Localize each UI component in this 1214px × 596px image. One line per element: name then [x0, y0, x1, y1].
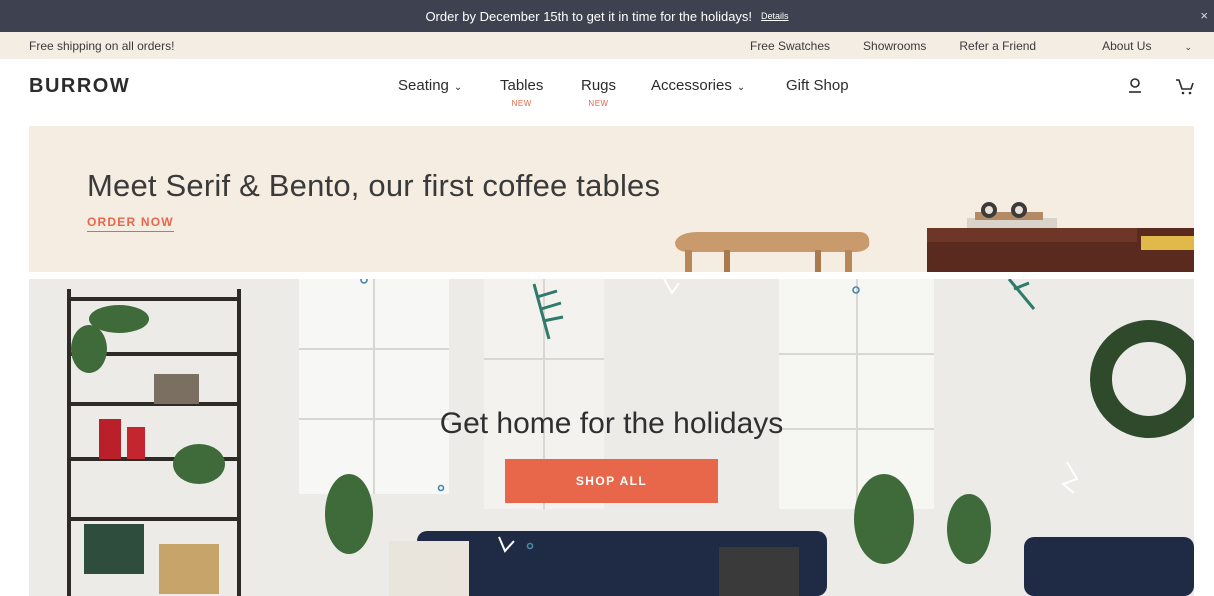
new-badge: NEW — [511, 99, 532, 108]
order-now-link[interactable]: ORDER NOW — [87, 215, 174, 232]
chevron-down-icon: ⌄ — [453, 82, 463, 93]
showrooms-link[interactable]: Showrooms — [863, 39, 926, 53]
nav-item-tables[interactable]: Tables NEW — [500, 77, 543, 108]
nav-item-rugs[interactable]: Rugs NEW — [581, 77, 616, 108]
nav-item-label: Rugs — [581, 77, 617, 94]
nav-item-accessories[interactable]: Accessories ⌄ — [651, 77, 745, 94]
free-shipping-text: Free shipping on all orders! — [29, 38, 175, 53]
banner-title: Meet Serif & Bento, our first coffee tab… — [87, 168, 661, 203]
cart-icon[interactable] — [1174, 76, 1196, 98]
promo-details-link[interactable]: Details — [761, 11, 789, 21]
chevron-down-icon: ⌄ — [1184, 41, 1192, 52]
serif-table-image — [675, 232, 870, 272]
user-icon[interactable] — [1125, 76, 1147, 98]
shop-all-button[interactable]: SHOP ALL — [505, 459, 718, 503]
chevron-down-icon: ⌄ — [736, 82, 746, 93]
nav-item-label: Accessories — [651, 77, 732, 94]
nav-item-seating[interactable]: Seating ⌄ — [398, 77, 462, 94]
promo-text: Order by December 15th to get it in time… — [425, 8, 753, 24]
nav-item-label: Gift Shop — [786, 77, 849, 94]
nav-item-label: Tables — [500, 77, 544, 94]
hero-title: Get home for the holidays — [439, 407, 784, 440]
new-badge: NEW — [588, 99, 609, 108]
promo-bar: Order by December 15th to get it in time… — [0, 0, 1214, 32]
utility-links: Free Swatches Showrooms Refer a Friend A… — [717, 39, 1192, 53]
nav-item-gift-shop[interactable]: Gift Shop — [786, 77, 849, 94]
main-nav: BURROW Seating ⌄ Tables NEW Rugs NEW Acce… — [0, 59, 1214, 126]
nav-item-label: Seating — [398, 77, 449, 94]
utility-bar: Free shipping on all orders! Free Swatch… — [0, 32, 1214, 59]
holiday-hero[interactable]: Get home for the holidays SHOP ALL — [29, 279, 1194, 596]
about-us-link[interactable]: About Us ⌄ — [1069, 39, 1192, 53]
refer-a-friend-link[interactable]: Refer a Friend — [959, 39, 1036, 53]
free-swatches-link[interactable]: Free Swatches — [750, 39, 830, 53]
close-icon[interactable]: × — [1200, 8, 1208, 23]
about-us-label: About Us — [1102, 38, 1152, 53]
bento-table-image — [927, 202, 1194, 272]
burrow-logo[interactable]: BURROW — [29, 75, 130, 98]
coffee-tables-banner[interactable]: Meet Serif & Bento, our first coffee tab… — [29, 126, 1194, 272]
